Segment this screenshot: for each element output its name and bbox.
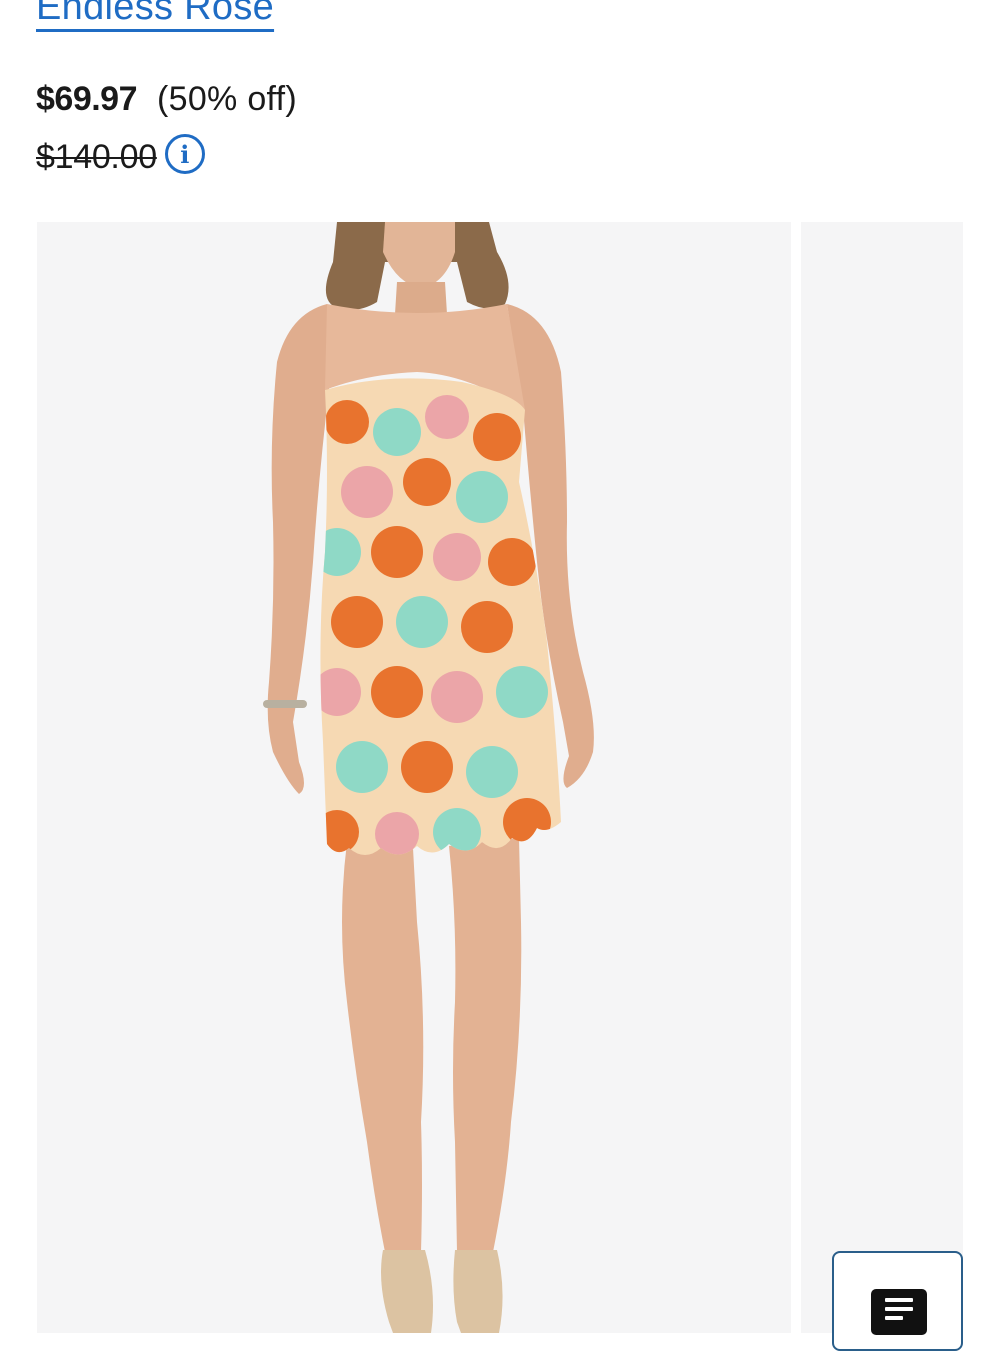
model-dress-illustration bbox=[263, 222, 594, 1333]
brand-link[interactable]: Endless Rose bbox=[36, 0, 274, 29]
price-row: $69.97 (50% off) bbox=[36, 80, 297, 119]
product-image-next[interactable] bbox=[801, 222, 963, 1333]
chat-button[interactable] bbox=[832, 1251, 963, 1351]
product-image-main[interactable] bbox=[37, 222, 791, 1333]
original-price: $140.00 bbox=[36, 137, 157, 176]
chat-lines-icon bbox=[871, 1289, 927, 1335]
info-icon[interactable]: i bbox=[164, 134, 205, 174]
original-price-row: $140.00 i bbox=[36, 132, 205, 182]
sale-price: $69.97 bbox=[36, 80, 138, 118]
discount-percentage: (50% off) bbox=[157, 80, 298, 118]
